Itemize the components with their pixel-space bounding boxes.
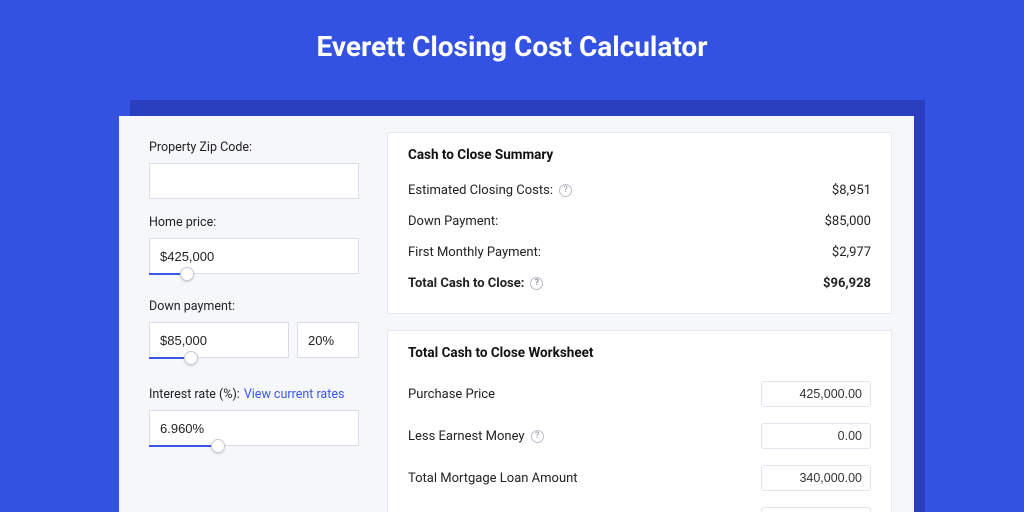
- worksheet-row-input[interactable]: [761, 423, 871, 449]
- help-icon[interactable]: ?: [530, 277, 543, 290]
- home-price-slider[interactable]: [149, 273, 359, 283]
- down-payment-input[interactable]: [149, 322, 289, 358]
- summary-heading: Cash to Close Summary: [408, 147, 871, 163]
- interest-rate-slider[interactable]: [149, 445, 359, 455]
- home-price-field: Home price:: [149, 215, 359, 283]
- view-current-rates-link[interactable]: View current rates: [244, 387, 345, 402]
- summary-row: Total Cash to Close:? $96,928: [408, 268, 871, 299]
- summary-row-label: First Monthly Payment:: [408, 245, 541, 260]
- worksheet-row: Total Mortgage Loan Amount: [408, 457, 871, 499]
- results-column: Cash to Close Summary Estimated Closing …: [381, 116, 914, 512]
- summary-row-label: Down Payment:: [408, 214, 498, 229]
- worksheet-row-label: Total Mortgage Loan Amount: [408, 471, 578, 486]
- down-payment-label: Down payment:: [149, 299, 359, 314]
- summary-row-value: $2,977: [832, 245, 871, 260]
- worksheet-heading: Total Cash to Close Worksheet: [408, 345, 871, 361]
- summary-row: Down Payment: $85,000: [408, 206, 871, 237]
- summary-row: Estimated Closing Costs:? $8,951: [408, 175, 871, 206]
- down-payment-field: Down payment:: [149, 299, 359, 367]
- zip-label: Property Zip Code:: [149, 140, 359, 155]
- interest-rate-label: Interest rate (%):: [149, 387, 240, 402]
- worksheet-row: Purchase Price: [408, 373, 871, 415]
- worksheet-row-input[interactable]: [761, 465, 871, 491]
- summary-row-label: Total Cash to Close:: [408, 276, 524, 291]
- worksheet-row-input[interactable]: [761, 507, 871, 512]
- slider-thumb[interactable]: [180, 267, 194, 281]
- help-icon[interactable]: ?: [559, 184, 572, 197]
- worksheet-row-label: Purchase Price: [408, 387, 495, 402]
- inputs-column: Property Zip Code: Home price: Down paym…: [119, 116, 381, 512]
- summary-row: First Monthly Payment: $2,977: [408, 237, 871, 268]
- page-title: Everett Closing Cost Calculator: [0, 0, 1024, 87]
- slider-thumb[interactable]: [211, 439, 225, 453]
- worksheet-row-input[interactable]: [761, 381, 871, 407]
- summary-card: Cash to Close Summary Estimated Closing …: [387, 132, 892, 314]
- home-price-input[interactable]: [149, 238, 359, 274]
- summary-row-value: $96,928: [823, 276, 871, 291]
- worksheet-row: Total Second Mortgage Amount?: [408, 499, 871, 512]
- worksheet-card: Total Cash to Close Worksheet Purchase P…: [387, 330, 892, 512]
- slider-thumb[interactable]: [184, 351, 198, 365]
- down-payment-slider[interactable]: [149, 357, 359, 367]
- home-price-label: Home price:: [149, 215, 359, 230]
- down-payment-pct-input[interactable]: [297, 322, 359, 358]
- calculator-panel: Property Zip Code: Home price: Down paym…: [119, 116, 914, 512]
- worksheet-row-label: Less Earnest Money: [408, 429, 525, 444]
- summary-row-value: $8,951: [832, 183, 871, 198]
- summary-row-value: $85,000: [825, 214, 871, 229]
- interest-rate-input[interactable]: [149, 410, 359, 446]
- summary-row-label: Estimated Closing Costs:: [408, 183, 553, 198]
- interest-rate-field: Interest rate (%): View current rates: [149, 383, 359, 455]
- help-icon[interactable]: ?: [531, 430, 544, 443]
- zip-input[interactable]: [149, 163, 359, 199]
- zip-field: Property Zip Code:: [149, 140, 359, 199]
- worksheet-row: Less Earnest Money?: [408, 415, 871, 457]
